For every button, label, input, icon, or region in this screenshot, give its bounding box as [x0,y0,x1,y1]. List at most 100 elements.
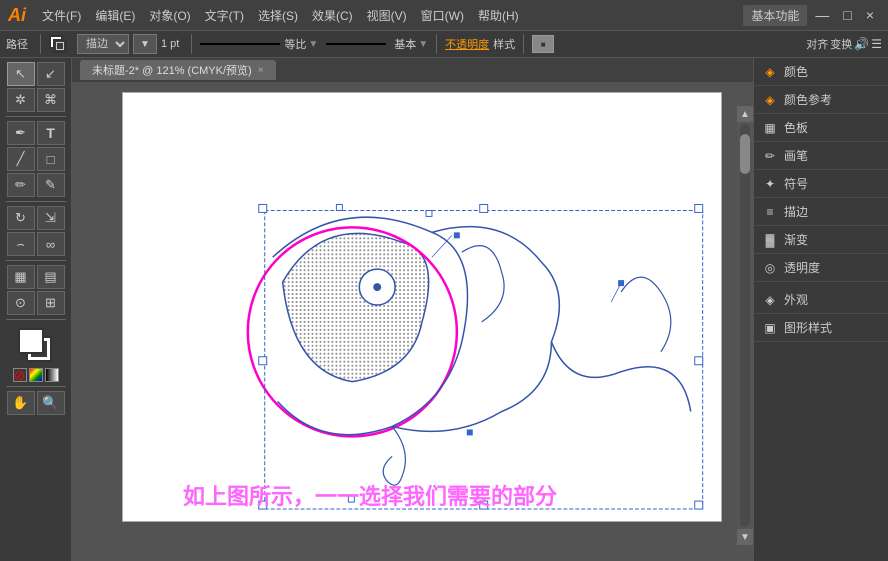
pencil-tool[interactable]: ✎ [37,173,65,197]
tool-row-1: ↖ ↙ [7,62,65,86]
symbol-tool[interactable]: ⊙ [7,291,35,315]
minimize-button[interactable]: — [809,7,835,23]
magic-wand-tool[interactable]: ✲ [7,88,35,112]
panel-color-guide[interactable]: ◈ 颜色参考 [754,86,888,114]
vertical-scrollbar[interactable]: ▲ ▼ [737,106,753,545]
none-swatch[interactable]: ⊘ [13,368,27,382]
ratio-arrow: ▼ [308,39,318,50]
base-label: 基本 [394,36,416,52]
menu-window[interactable]: 窗口(W) [415,5,470,26]
tools-panel: ↖ ↙ ✲ ⌘ ✒ T ╱ □ ✏ ✎ ↻ ⇲ ⌢ ∞ ▦ [0,58,72,561]
document-canvas[interactable]: 如上图所示，一一选择我们需要的部分 [122,92,722,522]
stroke-options-icon[interactable]: ▼ [133,34,157,54]
scroll-up-button[interactable]: ▲ [737,106,753,122]
panel-stroke-label: 描边 [784,203,808,220]
rotate-tool[interactable]: ↻ [7,206,35,230]
ratio-label: 等比 [284,36,306,52]
stroke-preview: 等比 ▼ [200,36,318,52]
caption-text: 如上图所示，一一选择我们需要的部分 [183,479,557,511]
zoom-tool[interactable]: 🔍 [37,391,65,415]
panel-swatches[interactable]: ▦ 色板 [754,114,888,142]
swatch-extras: ⊘ [13,368,59,382]
panel-graphic-styles[interactable]: ▣ 图形样式 [754,314,888,342]
panel-stroke[interactable]: ≡ 描边 [754,198,888,226]
style-preview[interactable]: ■ [532,35,554,53]
direct-selection-tool[interactable]: ↙ [37,62,65,86]
lasso-tool[interactable]: ⌘ [37,88,65,112]
menu-object[interactable]: 对象(O) [143,5,196,26]
column-graph-tool[interactable]: ▦ [7,265,35,289]
tool-row-5: ✏ ✎ [7,173,65,197]
scroll-down-button[interactable]: ▼ [737,529,753,545]
fill-stroke-swatch[interactable] [18,328,54,364]
workspace-selector[interactable]: 基本功能 [743,5,807,26]
color-icon: ◈ [762,64,778,80]
panel-graphic-styles-label: 图形样式 [784,319,832,336]
text-tool[interactable]: T [37,121,65,145]
base-selector[interactable]: 基本 ▼ [394,36,428,52]
maximize-button[interactable]: □ [837,7,857,23]
stroke-color-icon[interactable] [49,35,71,53]
panel-gradient[interactable]: ▓ 渐变 [754,226,888,254]
menu-view[interactable]: 视图(V) [361,5,413,26]
canvas-wrapper[interactable]: 如上图所示，一一选择我们需要的部分 ▲ ▼ [72,82,753,561]
warp-tool[interactable]: ⌢ [7,232,35,256]
panel-transparency[interactable]: ◎ 透明度 [754,254,888,282]
options-toolbar: 路径 描边 ▼ 1 pt 等比 ▼ 基本 ▼ 不透明度 样式 ■ 对齐 变换 🔊… [0,30,888,58]
fill-swatch[interactable] [18,328,44,354]
style-label: 样式 [493,36,515,52]
align-label: 对齐 [806,36,828,52]
path-label: 路径 [6,36,28,52]
menu-select[interactable]: 选择(S) [252,5,304,26]
toolbar-separator-2 [191,34,192,54]
stroke-type-select[interactable]: 描边 [77,34,129,54]
scale-tool[interactable]: ⇲ [37,206,65,230]
dash-preview [326,43,386,45]
panel-brushes-label: 画笔 [784,147,808,164]
tool-row-6: ↻ ⇲ [7,206,65,230]
blend-tool[interactable]: ∞ [37,232,65,256]
scroll-track[interactable] [740,124,750,527]
panel-gradient-label: 渐变 [784,231,808,248]
tool-row-9: ⊙ ⊞ [7,291,65,315]
line-tool[interactable]: ╱ [7,147,35,171]
swatches-icon: ▦ [762,120,778,136]
tool-row-8: ▦ ▤ [7,265,65,289]
menu-effect[interactable]: 效果(C) [306,5,359,26]
menu-edit[interactable]: 编辑(E) [89,5,141,26]
paintbrush-tool[interactable]: ✏ [7,173,35,197]
tool-separator-2 [6,201,66,202]
right-panel: ◈ 颜色 ◈ 颜色参考 ▦ 色板 ✏ 画笔 ✦ 符号 ≡ 描边 ▓ 渐变 ◎ 透 [753,58,888,561]
base-arrow: ▼ [418,39,428,50]
panel-appearance[interactable]: ◈ 外观 [754,286,888,314]
expand-icon[interactable]: 🔊 [854,37,869,51]
tab-close-button[interactable]: × [258,65,264,76]
artboard-tool[interactable]: ⊞ [37,291,65,315]
gradient-panel-icon: ▓ [762,232,778,248]
color-guide-icon: ◈ [762,92,778,108]
tab-title: 未标题-2* @ 121% (CMYK/预览) [92,62,252,78]
main-area: ↖ ↙ ✲ ⌘ ✒ T ╱ □ ✏ ✎ ↻ ⇲ ⌢ ∞ ▦ [0,58,888,561]
shape-tool[interactable]: □ [37,147,65,171]
panel-color-label: 颜色 [784,63,808,80]
gradient-btn[interactable] [45,368,59,382]
color-mode-btn[interactable] [29,368,43,382]
menu-text[interactable]: 文字(T) [199,5,250,26]
document-tab[interactable]: 未标题-2* @ 121% (CMYK/预览) × [80,60,276,80]
pen-tool[interactable]: ✒ [7,121,35,145]
opacity-link[interactable]: 不透明度 [445,36,489,52]
toolbar-separator-3 [436,34,437,54]
panel-color[interactable]: ◈ 颜色 [754,58,888,86]
transparency-icon: ◎ [762,260,778,276]
panel-symbols[interactable]: ✦ 符号 [754,170,888,198]
hand-tool[interactable]: ✋ [7,391,35,415]
more-icon[interactable]: ☰ [871,37,882,51]
panel-brushes[interactable]: ✏ 画笔 [754,142,888,170]
menu-file[interactable]: 文件(F) [36,5,87,26]
tool-separator-5 [6,386,66,387]
bar-graph-tool[interactable]: ▤ [37,265,65,289]
scroll-thumb[interactable] [740,134,750,174]
close-button[interactable]: × [860,7,880,23]
selection-tool[interactable]: ↖ [7,62,35,86]
menu-help[interactable]: 帮助(H) [472,5,525,26]
